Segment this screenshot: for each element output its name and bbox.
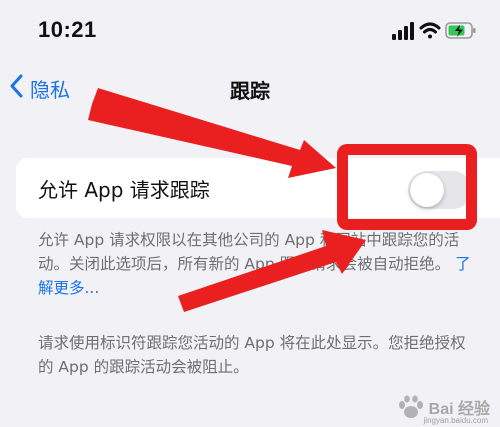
status-time: 10:21: [38, 17, 97, 42]
navigation-bar: 隐私 跟踪: [0, 62, 500, 114]
allow-tracking-toggle[interactable]: [408, 171, 472, 209]
page-title: 跟踪: [230, 79, 270, 103]
allow-tracking-label: 允许 App 请求跟踪: [38, 178, 210, 202]
tracking-description-text: 允许 App 请求权限以在其他公司的 App 和网站中跟踪您的活动。关闭此选项后…: [38, 231, 460, 273]
tracking-info-text: 请求使用标识符跟踪您活动的 App 将在此处显示。您拒绝授权的 App 的跟踪活…: [38, 334, 466, 376]
settings-row-allow-tracking: 允许 App 请求跟踪: [16, 158, 500, 218]
wifi-icon: [419, 22, 441, 39]
status-icons: [392, 20, 478, 46]
status-bar: 10:21: [0, 0, 500, 62]
paw-logo-icon: [398, 395, 423, 418]
toggle-knob: [410, 173, 444, 207]
battery-charging-icon: [445, 22, 476, 39]
tracking-description: 允许 App 请求权限以在其他公司的 App 和网站中跟踪您的活动。关闭此选项后…: [38, 228, 478, 300]
watermark-domain: jingyan.baidu.com: [423, 416, 488, 425]
cellular-signal-icon: [392, 22, 414, 40]
